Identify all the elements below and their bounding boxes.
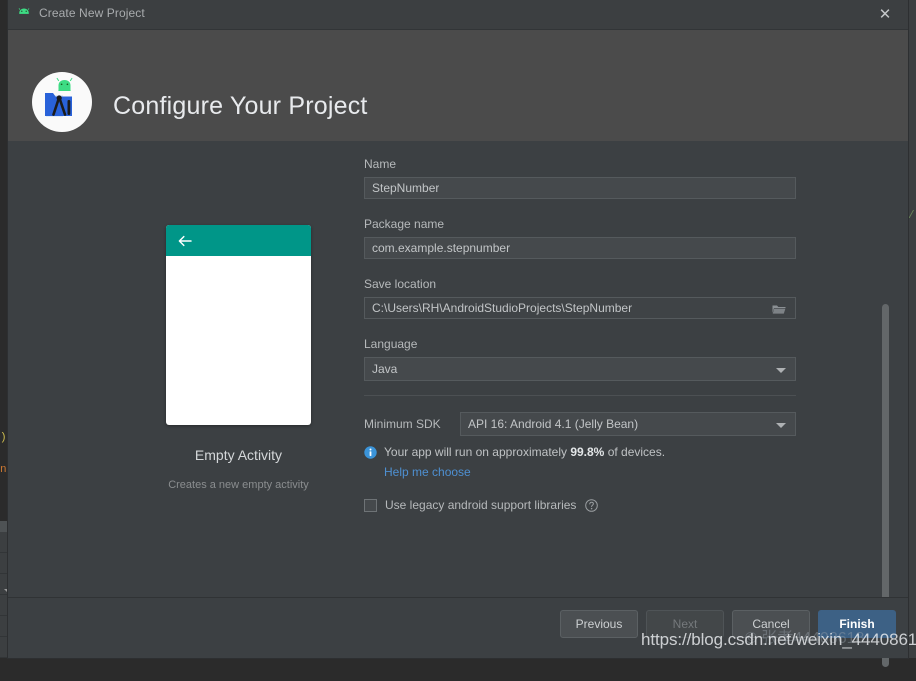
minimum-sdk-dropdown[interactable]: API 16: Android 4.1 (Jelly Bean) bbox=[460, 412, 796, 436]
template-preview[interactable]: Empty Activity Creates a new empty activ… bbox=[156, 225, 321, 491]
field-language: Language Java bbox=[364, 337, 894, 381]
save-location-label: Save location bbox=[364, 277, 894, 291]
dialog-footer: Previous Next Cancel Finish bbox=[8, 597, 908, 658]
close-icon[interactable]: ✕ bbox=[862, 0, 908, 29]
sdk-info-text: Your app will run on approximately 99.8%… bbox=[384, 445, 665, 459]
chevron-down-icon bbox=[776, 368, 786, 373]
back-arrow-icon bbox=[177, 233, 193, 249]
chevron-down-icon bbox=[776, 423, 786, 428]
cancel-button[interactable]: Cancel bbox=[732, 610, 810, 638]
package-name-label: Package name bbox=[364, 217, 894, 231]
field-package-name: Package name com.example.stepnumber bbox=[364, 217, 894, 259]
package-name-input[interactable]: com.example.stepnumber bbox=[364, 237, 796, 259]
field-save-location: Save location C:\Users\RH\AndroidStudioP… bbox=[364, 277, 894, 319]
android-studio-logo-icon bbox=[31, 71, 93, 133]
save-location-value: C:\Users\RH\AndroidStudioProjects\StepNu… bbox=[365, 301, 632, 315]
folder-icon[interactable] bbox=[772, 302, 786, 314]
form-divider bbox=[364, 395, 796, 396]
minimum-sdk-value: API 16: Android 4.1 (Jelly Bean) bbox=[461, 417, 638, 431]
name-label: Name bbox=[364, 157, 894, 171]
name-value: StepNumber bbox=[365, 181, 439, 195]
name-input[interactable]: StepNumber bbox=[364, 177, 796, 199]
next-button: Next bbox=[646, 610, 724, 638]
sdk-info-percent: 99.8% bbox=[570, 445, 604, 459]
finish-button[interactable]: Finish bbox=[818, 610, 896, 638]
page-title: Configure Your Project bbox=[113, 92, 368, 121]
template-name: Empty Activity bbox=[156, 447, 321, 463]
package-name-value: com.example.stepnumber bbox=[365, 241, 510, 255]
field-name: Name StepNumber bbox=[364, 157, 894, 199]
field-minimum-sdk: Minimum SDK API 16: Android 4.1 (Jelly B… bbox=[364, 412, 894, 436]
legacy-libraries-label: Use legacy android support libraries bbox=[385, 498, 576, 512]
sdk-info-text-after: of devices. bbox=[604, 445, 665, 459]
minimum-sdk-label: Minimum SDK bbox=[364, 417, 460, 431]
help-me-choose-link[interactable]: Help me choose bbox=[384, 465, 894, 479]
question-mark-icon[interactable] bbox=[585, 499, 598, 512]
project-config-form: Name StepNumber Package name com.example… bbox=[364, 157, 894, 537]
android-robot-icon bbox=[16, 7, 32, 21]
dialog-titlebar: Create New Project ✕ bbox=[8, 0, 908, 30]
field-legacy-libraries: Use legacy android support libraries bbox=[364, 498, 894, 512]
dialog-body: Empty Activity Creates a new empty activ… bbox=[8, 141, 908, 599]
save-location-input[interactable]: C:\Users\RH\AndroidStudioProjects\StepNu… bbox=[364, 297, 796, 319]
ide-code-fragment: /:{ bbox=[908, 210, 916, 222]
previous-button[interactable]: Previous bbox=[560, 610, 638, 638]
legacy-libraries-checkbox[interactable] bbox=[364, 499, 377, 512]
language-value: Java bbox=[365, 362, 397, 376]
template-description: Creates a new empty activity bbox=[156, 479, 321, 491]
ide-right-sliver: /:{ bbox=[908, 0, 916, 658]
info-icon bbox=[364, 446, 377, 459]
create-new-project-dialog: Create New Project ✕ Configure Your Proj… bbox=[8, 0, 908, 658]
footer-button-group: Previous Next Cancel Finish bbox=[560, 610, 896, 638]
dialog-header: Configure Your Project bbox=[8, 30, 908, 141]
language-dropdown[interactable]: Java bbox=[364, 357, 796, 381]
language-label: Language bbox=[364, 337, 894, 351]
preview-appbar bbox=[166, 225, 311, 256]
dialog-title: Create New Project bbox=[39, 6, 145, 20]
sdk-compatibility-info: Your app will run on approximately 99.8%… bbox=[364, 445, 894, 459]
sdk-info-text-before: Your app will run on approximately bbox=[384, 445, 570, 459]
template-preview-card[interactable] bbox=[166, 225, 311, 425]
